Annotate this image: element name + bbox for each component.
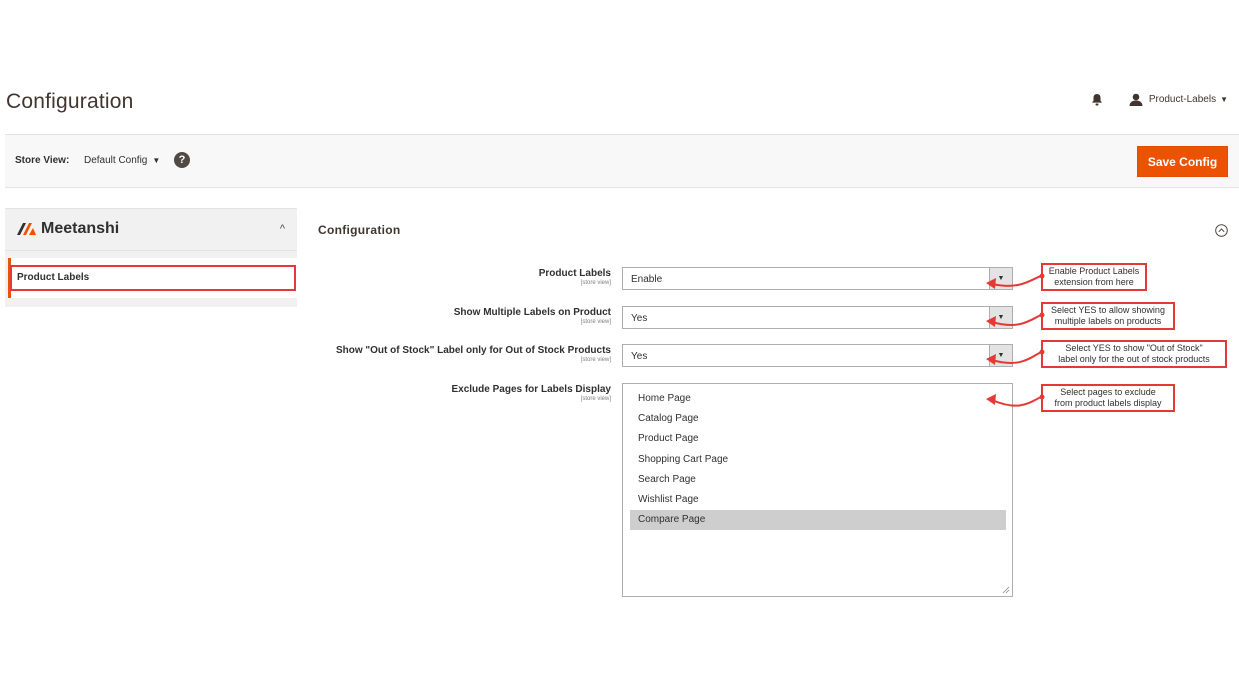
annotation-arrows xyxy=(986,273,1045,407)
